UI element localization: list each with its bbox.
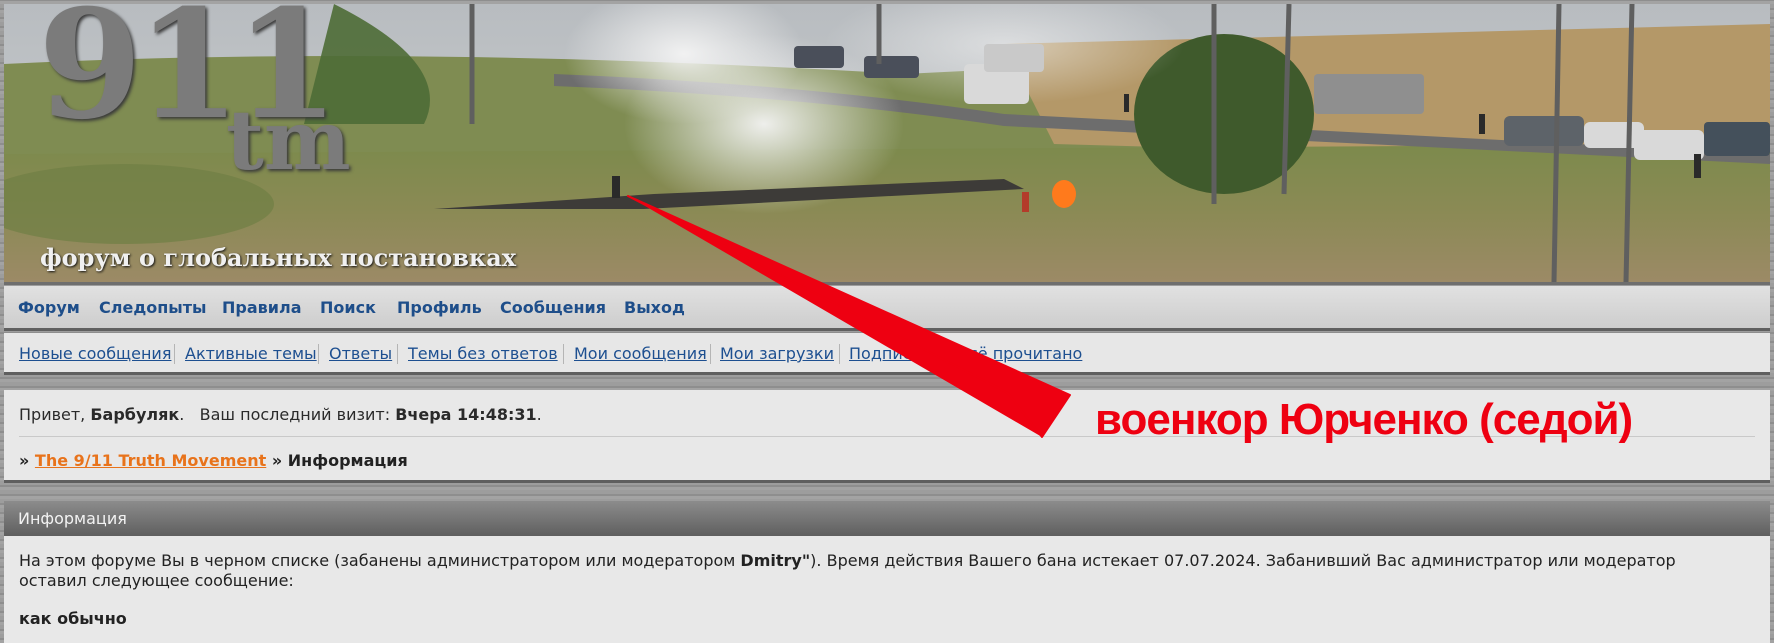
separator	[839, 344, 840, 364]
link-replies[interactable]: Ответы	[329, 344, 392, 363]
ban-message: На этом форуме Вы в черном списке (забан…	[19, 551, 1739, 591]
link-unanswered[interactable]: Темы без ответов	[408, 344, 558, 363]
greeting-prefix: Привет,	[19, 405, 86, 424]
main-navigation: Форум Следопыты Правила Поиск Профиль Со…	[4, 286, 1770, 331]
separator	[397, 344, 398, 364]
link-subscriptions[interactable]: Подписка	[849, 344, 931, 363]
username: Барбуляк	[90, 405, 180, 424]
greeting-line: Привет, Барбуляк. Ваш последний визит: В…	[19, 405, 542, 424]
separator	[710, 344, 711, 364]
last-visit-label: Ваш последний визит:	[199, 405, 391, 424]
last-visit-value: Вчера 14:48:31	[395, 405, 537, 424]
annotation-caption: военкор Юрченко (седой)	[1095, 395, 1633, 444]
breadcrumb-forum-link[interactable]: The 9/11 Truth Movement	[35, 451, 266, 470]
separator	[563, 344, 564, 364]
link-my-posts[interactable]: Мои сообщения	[574, 344, 707, 363]
nav-logout[interactable]: Выход	[624, 298, 685, 317]
forum-banner[interactable]: 911 tm форум о глобальных постановках	[4, 4, 1770, 285]
nav-search[interactable]: Поиск	[320, 298, 376, 317]
info-heading: Информация	[4, 501, 1770, 536]
site-tagline: форум о глобальных постановках	[40, 243, 517, 272]
link-active-topics[interactable]: Активные темы	[185, 344, 317, 363]
link-mark-all-read[interactable]: Всё прочитано	[958, 344, 1082, 363]
separator	[948, 344, 949, 364]
nav-profile[interactable]: Профиль	[397, 298, 482, 317]
link-my-uploads[interactable]: Мои загрузки	[720, 344, 834, 363]
quick-links-bar: Новые сообщения Активные темы Ответы Тем…	[4, 333, 1770, 375]
nav-forum[interactable]: Форум	[18, 298, 80, 317]
link-new-posts[interactable]: Новые сообщения	[19, 344, 171, 363]
breadcrumb-current: Информация	[287, 451, 408, 470]
nav-trackers[interactable]: Следопыты	[99, 298, 207, 317]
separator	[318, 344, 319, 364]
ban-reason: как обычно	[19, 609, 127, 628]
moderator-name: Dmitry"	[740, 551, 811, 570]
breadcrumb: » The 9/11 Truth Movement » Информация	[19, 451, 408, 470]
logo-suffix: tm	[226, 93, 351, 189]
nav-rules[interactable]: Правила	[222, 298, 302, 317]
separator	[174, 344, 175, 364]
breadcrumb-separator: »	[19, 451, 30, 470]
nav-messages[interactable]: Сообщения	[500, 298, 606, 317]
info-panel: Информация На этом форуме Вы в черном сп…	[4, 501, 1770, 643]
breadcrumb-separator: »	[271, 451, 283, 470]
ban-message-start: На этом форуме Вы в черном списке (забан…	[19, 551, 741, 570]
